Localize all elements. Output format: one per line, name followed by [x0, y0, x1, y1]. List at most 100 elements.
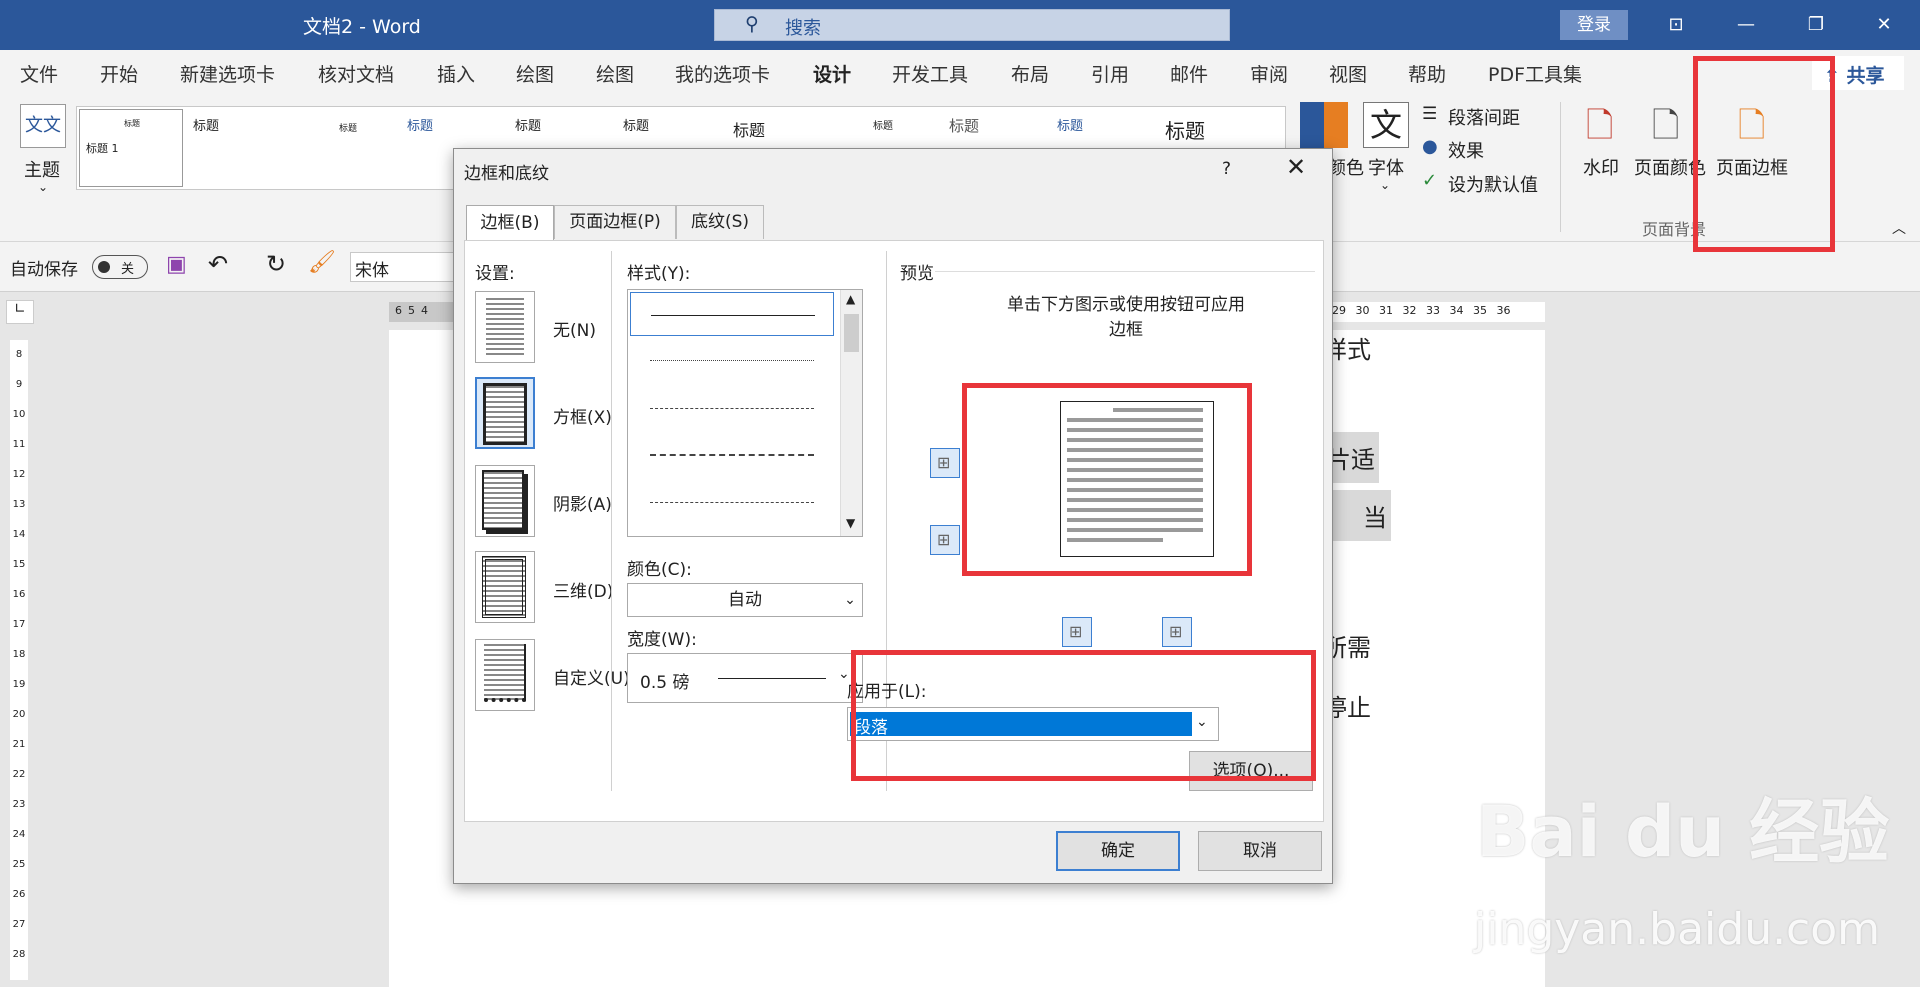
- tab-view[interactable]: 视图: [1329, 60, 1367, 87]
- style-item-dashed-small[interactable]: [650, 408, 814, 409]
- restore-icon[interactable]: ❐: [1796, 8, 1836, 42]
- border-right-button[interactable]: ⊞: [1162, 617, 1192, 647]
- style-item-dashed[interactable]: [650, 454, 814, 456]
- tab-design[interactable]: 设计: [813, 60, 852, 95]
- tab-review[interactable]: 审阅: [1250, 60, 1288, 87]
- tab-insert[interactable]: 插入: [437, 60, 475, 87]
- undo-icon[interactable]: ↶: [208, 250, 228, 278]
- gallery-item-6[interactable]: 标题: [623, 115, 649, 134]
- watermark-icon: 🗋: [1586, 106, 1614, 146]
- gallery-item-1[interactable]: 标题 标题 1: [79, 109, 183, 187]
- watermark-button[interactable]: 水印: [1583, 154, 1619, 180]
- scroll-up-icon[interactable]: ▲: [846, 292, 855, 306]
- highlight-page-border: [1693, 56, 1835, 252]
- divider: [611, 251, 612, 791]
- style-item-dash-dot[interactable]: [650, 502, 814, 503]
- group-divider: [1560, 102, 1561, 232]
- ribbon-display-icon[interactable]: ⊡: [1656, 8, 1696, 42]
- gallery-item-8[interactable]: 标题: [873, 117, 893, 132]
- autosave-label: 自动保存: [10, 260, 78, 280]
- scroll-thumb[interactable]: [844, 314, 859, 352]
- tab-draw-1[interactable]: 绘图: [516, 60, 554, 87]
- setting-shadow-button[interactable]: [475, 465, 535, 537]
- gallery-item-3[interactable]: 标题: [339, 121, 357, 134]
- colors-icon[interactable]: [1300, 102, 1348, 148]
- style-list[interactable]: ▲ ▼: [627, 289, 863, 537]
- color-select[interactable]: 自动 ⌄: [627, 583, 863, 617]
- tab-new[interactable]: 新建选项卡: [180, 60, 275, 87]
- collapse-ribbon-icon[interactable]: ︿: [1892, 218, 1906, 238]
- border-bottom-icon: ⊞: [937, 530, 951, 549]
- gallery-item-10[interactable]: 标题: [1057, 115, 1083, 134]
- tab-page-border[interactable]: 页面边框(P): [554, 205, 676, 239]
- save-icon[interactable]: ▣: [166, 252, 187, 277]
- tab-my[interactable]: 我的选项卡: [675, 60, 770, 87]
- chevron-down-icon[interactable]: ⌄: [38, 180, 48, 194]
- search-box[interactable]: ⚲ 搜索: [714, 9, 1230, 41]
- tab-borders[interactable]: 边框(B): [466, 205, 554, 241]
- tab-mailings[interactable]: 邮件: [1170, 60, 1208, 87]
- setting-custom-button[interactable]: [475, 639, 535, 711]
- tab-help[interactable]: 帮助: [1408, 60, 1446, 87]
- style-item-dotted[interactable]: [650, 360, 814, 361]
- baidu-watermark-logo: Bai du 经验: [1476, 791, 1890, 873]
- close-window-icon[interactable]: ✕: [1864, 8, 1904, 42]
- cancel-button[interactable]: 取消: [1198, 831, 1322, 871]
- redo-icon[interactable]: ↻: [266, 250, 286, 278]
- setting-box-button[interactable]: [475, 377, 535, 449]
- fonts-icon: 文: [1363, 102, 1409, 148]
- tab-references[interactable]: 引用: [1091, 60, 1129, 87]
- title-bar: 文档2 - Word ⚲ 搜索 登录 ⊡ — ❐ ✕: [0, 0, 1920, 50]
- tab-layout[interactable]: 布局: [1011, 60, 1049, 87]
- width-line-sample: [718, 678, 826, 679]
- preview-rule: [935, 271, 1315, 272]
- close-icon[interactable]: ✕: [1286, 153, 1306, 181]
- doc-text-fragment: 当: [1323, 490, 1391, 541]
- help-button[interactable]: ?: [1222, 159, 1231, 179]
- chevron-down-icon: ⌄: [844, 592, 856, 608]
- scroll-down-icon[interactable]: ▼: [846, 516, 855, 530]
- border-left-button[interactable]: ⊞: [1062, 617, 1092, 647]
- setting-none-button[interactable]: [475, 291, 535, 363]
- effects-icon: ●: [1422, 136, 1438, 157]
- gallery-item-2[interactable]: 标题: [193, 115, 219, 134]
- gallery-item-11[interactable]: 标题: [1165, 115, 1205, 144]
- colors-label[interactable]: 颜色: [1328, 154, 1364, 180]
- themes-icon: 文文: [20, 104, 66, 148]
- format-painter-icon[interactable]: 🖌: [308, 250, 336, 275]
- ok-button[interactable]: 确定: [1056, 831, 1180, 871]
- gallery-item-9[interactable]: 标题: [949, 115, 979, 136]
- border-bottom-button[interactable]: ⊞: [930, 525, 960, 555]
- autosave-toggle[interactable]: 关: [92, 255, 148, 279]
- vertical-ruler: 8 9 10 11 12 13 14 15 16 17 18 19 20 21 22 23 24 25 26 27 28: [10, 340, 28, 980]
- tab-pdf[interactable]: PDF工具集: [1488, 60, 1582, 87]
- setting-none-label: 无(N): [553, 321, 596, 341]
- gallery-item-5[interactable]: 标题: [515, 115, 541, 134]
- minimize-icon[interactable]: —: [1726, 8, 1766, 42]
- tab-home[interactable]: 开始: [100, 60, 138, 87]
- themes-label[interactable]: 主题: [24, 156, 60, 182]
- font-name-box[interactable]: 宋体: [350, 252, 460, 282]
- baidu-watermark-url: jingyan.baidu.com: [1474, 904, 1881, 955]
- setting-3d-button[interactable]: [475, 551, 535, 623]
- search-icon: ⚲: [745, 13, 759, 35]
- tab-file[interactable]: 文件: [20, 60, 58, 87]
- tab-draw-2[interactable]: 绘图: [596, 60, 634, 87]
- fonts-label[interactable]: 字体: [1368, 154, 1404, 180]
- login-button[interactable]: 登录: [1560, 10, 1628, 40]
- tab-check[interactable]: 核对文档: [318, 60, 394, 87]
- search-placeholder: 搜索: [785, 18, 821, 39]
- preview-hint: 单击下方图示或使用按钮可应用边框: [1007, 295, 1245, 340]
- effects-button[interactable]: 效果: [1448, 137, 1484, 163]
- gallery-item-7[interactable]: 标题: [733, 117, 765, 141]
- style-list-scrollbar[interactable]: ▲ ▼: [840, 290, 862, 536]
- style-item-solid[interactable]: [630, 292, 834, 336]
- set-default-button[interactable]: 设为默认值: [1448, 171, 1538, 197]
- border-top-button[interactable]: ⊞: [930, 448, 960, 478]
- gallery-item-4[interactable]: 标题: [407, 115, 433, 134]
- tab-selector-icon[interactable]: ∟: [6, 300, 34, 324]
- width-select[interactable]: 0.5 磅 ⌄: [627, 653, 863, 703]
- paragraph-spacing-button[interactable]: 段落间距: [1448, 104, 1520, 130]
- tab-shading[interactable]: 底纹(S): [676, 205, 764, 239]
- tab-developer[interactable]: 开发工具: [892, 60, 968, 87]
